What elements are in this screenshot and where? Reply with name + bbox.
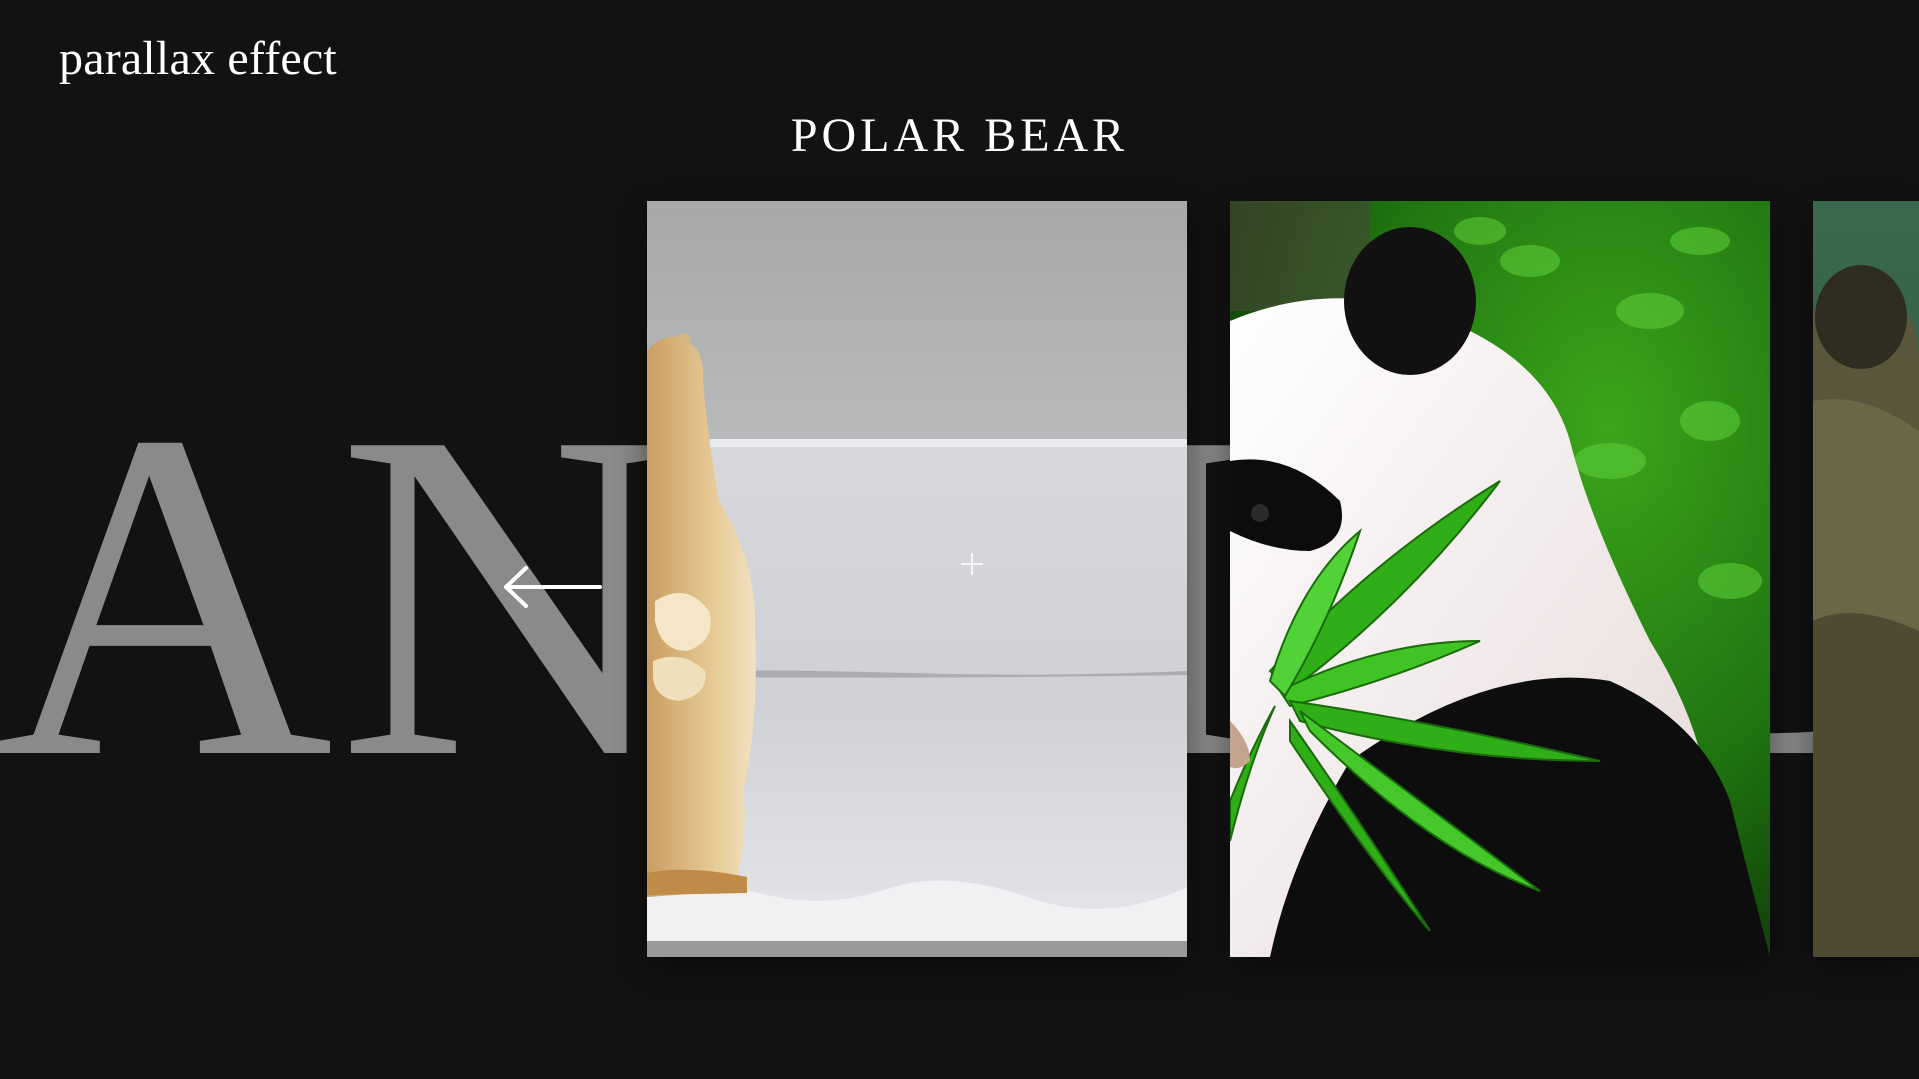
slide-brown-bear[interactable]: [1813, 201, 1919, 957]
brown-bear-image: [1813, 201, 1919, 957]
prev-slide-button[interactable]: [500, 562, 604, 612]
image-slider: [0, 0, 1919, 1079]
plus-icon: [960, 552, 984, 576]
slide-giant-panda[interactable]: [1230, 201, 1770, 957]
giant-panda-image: [1230, 201, 1770, 957]
parallax-page: parallax effect POLAR BEAR ANIMAL: [0, 0, 1919, 1079]
arrow-left-icon: [504, 566, 602, 608]
slide-polar-bear[interactable]: [647, 201, 1187, 957]
polar-bear-image: [647, 201, 1187, 957]
